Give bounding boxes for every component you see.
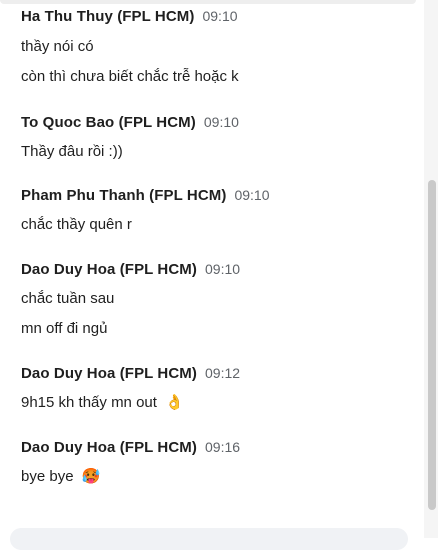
sender-name[interactable]: Dao Duy Hoa (FPL HCM) [21,439,197,456]
message-header: Dao Duy Hoa (FPL HCM) 09:16 [21,439,424,461]
message-text-content: 9h15 kh thấy mn out [21,394,157,411]
sender-name[interactable]: Ha Thu Thuy (FPL HCM) [21,8,194,25]
chat-message-list[interactable]: Ha Thu Thuy (FPL HCM) 09:10 thầy nói có … [0,0,424,538]
message-time: 09:12 [205,365,241,381]
message-time: 09:10 [205,261,241,277]
message-header: Dao Duy Hoa (FPL HCM) 09:12 [21,365,424,387]
message-header: Dao Duy Hoa (FPL HCM) 09:10 [21,261,424,283]
message-header: Pham Phu Thanh (FPL HCM) 09:10 [21,187,424,209]
sender-name[interactable]: To Quoc Bao (FPL HCM) [21,114,196,131]
message-time: 09:10 [203,114,239,130]
hot-face-emoji-icon: 🥵 [81,468,101,485]
message-text: bye bye 🥵 [21,466,424,488]
sender-name[interactable]: Dao Duy Hoa (FPL HCM) [21,365,197,382]
message-text: thầy nói có [21,38,94,55]
message-group: Pham Phu Thanh (FPL HCM) 09:10 chắc thầy… [21,187,424,236]
message-group: Ha Thu Thuy (FPL HCM) 09:10 thầy nói có … [21,8,424,88]
message-text: chắc tuần sau [21,290,115,307]
message-time: 09:10 [202,8,238,24]
scrollbar[interactable] [424,0,438,538]
message-header: Ha Thu Thuy (FPL HCM) 09:10 [21,8,424,30]
sender-name[interactable]: Pham Phu Thanh (FPL HCM) [21,187,226,204]
message-text: còn thì chưa biết chắc trễ hoặc k [21,68,239,85]
message-composer[interactable] [10,528,408,550]
message-group: To Quoc Bao (FPL HCM) 09:10 Thầy đâu rồi… [21,114,424,163]
message-group: Dao Duy Hoa (FPL HCM) 09:10 chắc tuần sa… [21,261,424,340]
message-text-content: bye bye [21,468,74,485]
message-time: 09:10 [234,187,270,203]
message-group: Dao Duy Hoa (FPL HCM) 09:12 9h15 kh thấy… [21,365,424,414]
scrollbar-thumb[interactable] [428,180,436,510]
message-text: 9h15 kh thấy mn out 👌 [21,392,424,414]
message-text: mn off đi ngủ [21,320,108,337]
sender-name[interactable]: Dao Duy Hoa (FPL HCM) [21,261,197,278]
message-text: Thầy đâu rồi :)) [21,143,123,160]
ok-hand-emoji-icon: 👌 [165,394,184,411]
message-group: Dao Duy Hoa (FPL HCM) 09:16 bye bye 🥵 [21,439,424,488]
message-text: chắc thầy quên r [21,216,132,233]
message-header: To Quoc Bao (FPL HCM) 09:10 [21,114,424,136]
message-time: 09:16 [205,439,241,455]
